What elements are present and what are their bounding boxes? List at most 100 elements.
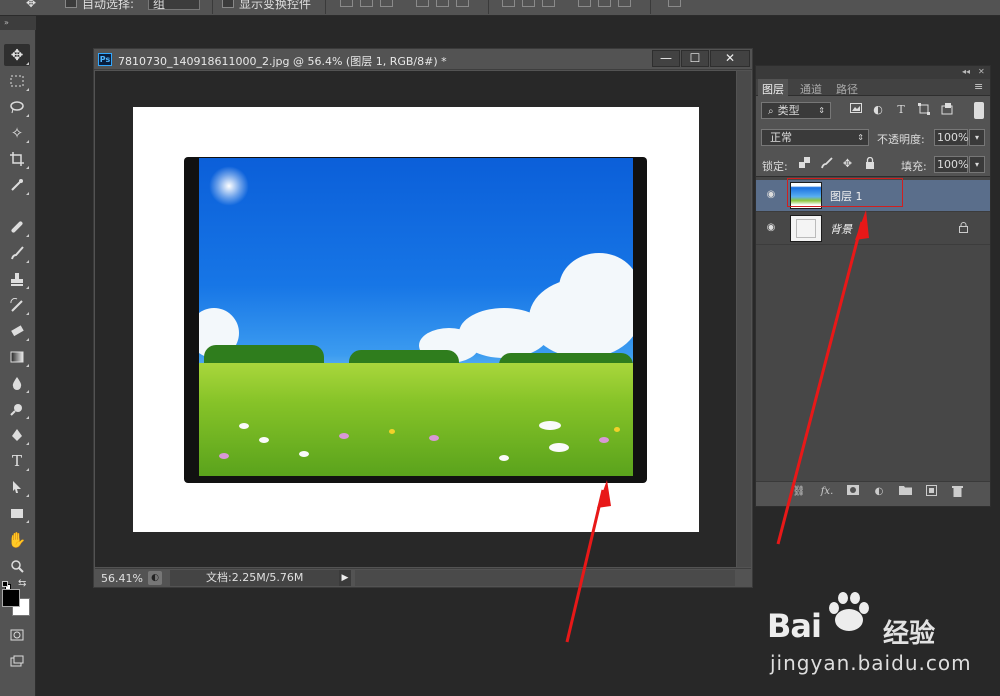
layer-name[interactable]: 背景: [830, 221, 852, 237]
sun-glare: [209, 166, 249, 206]
pen-tool-icon[interactable]: [4, 424, 30, 446]
watermark-brand: Bai: [767, 607, 822, 645]
distribute-vcenter-icon[interactable]: [522, 0, 535, 7]
rectangle-tool-icon[interactable]: [4, 502, 30, 524]
vertical-scrollbar[interactable]: [737, 71, 751, 567]
filter-smart-object-icon[interactable]: [940, 103, 954, 117]
tab-layers[interactable]: 图层: [758, 79, 788, 96]
show-transform-checkbox[interactable]: [222, 0, 234, 8]
quick-mask-icon[interactable]: [4, 624, 30, 646]
preview-icon[interactable]: ◐: [148, 571, 162, 585]
lock-image-pixels-icon[interactable]: [820, 157, 833, 170]
dodge-tool-icon[interactable]: [4, 398, 30, 420]
distribute-left-icon[interactable]: [578, 0, 591, 7]
path-selection-tool-icon[interactable]: [4, 476, 30, 498]
auto-select-label: 自动选择:: [82, 0, 135, 11]
flower: [429, 435, 439, 441]
document-status-bar: 56.41% ◐ 文档:2.25M/5.76M ▶: [95, 568, 751, 587]
foreground-color-swatch[interactable]: [2, 589, 20, 607]
flower: [339, 433, 349, 439]
new-adjustment-layer-icon[interactable]: ◐: [872, 485, 886, 499]
crop-tool-icon[interactable]: [4, 148, 30, 170]
distribute-hcenter-icon[interactable]: [598, 0, 611, 7]
align-right-icon[interactable]: [456, 0, 469, 7]
panel-header[interactable]: ◂◂ ✕: [756, 66, 990, 79]
opacity-slider-arrow[interactable]: ▾: [969, 129, 985, 146]
panel-menu-icon[interactable]: ≡: [974, 80, 983, 93]
align-vcenter-icon[interactable]: [360, 0, 373, 7]
move-tool-preset-icon[interactable]: ✥: [18, 0, 44, 14]
filter-adjustment-icon[interactable]: ◐: [871, 103, 885, 117]
fill-input[interactable]: 100%: [934, 156, 968, 173]
filter-pixel-icon[interactable]: [849, 103, 863, 117]
delete-layer-icon[interactable]: [950, 485, 964, 499]
align-bottom-icon[interactable]: [380, 0, 393, 7]
magic-wand-tool-icon[interactable]: ✧: [4, 122, 30, 144]
horizontal-scrollbar[interactable]: [355, 570, 735, 586]
marquee-tool-icon[interactable]: [4, 70, 30, 92]
collapse-panel-icon[interactable]: ◂◂: [962, 67, 970, 76]
healing-brush-tool-icon[interactable]: [4, 216, 30, 238]
fill-slider-arrow[interactable]: ▾: [969, 156, 985, 173]
lasso-tool-icon[interactable]: [4, 96, 30, 118]
visibility-eye-icon[interactable]: ◉: [764, 189, 778, 201]
lock-all-icon[interactable]: [863, 156, 876, 170]
type-tool-icon[interactable]: T: [4, 450, 30, 472]
flower: [599, 437, 609, 443]
flower: [259, 437, 269, 443]
distribute-right-icon[interactable]: [618, 0, 631, 7]
clone-stamp-tool-icon[interactable]: [4, 268, 30, 290]
options-divider: [325, 0, 326, 14]
eraser-tool-icon[interactable]: [4, 320, 30, 342]
filter-type-icon[interactable]: T: [894, 103, 908, 117]
brush-tool-icon[interactable]: [4, 242, 30, 264]
options-divider: [488, 0, 489, 14]
align-hcenter-icon[interactable]: [436, 0, 449, 7]
swap-colors-icon[interactable]: ⇆: [18, 578, 26, 589]
close-panel-icon[interactable]: ✕: [978, 67, 985, 76]
zoom-tool-icon[interactable]: [4, 555, 30, 577]
lock-position-icon[interactable]: ✥: [841, 157, 854, 170]
minimize-button[interactable]: —: [652, 50, 680, 67]
eyedropper-tool-icon[interactable]: [4, 174, 30, 196]
blur-tool-icon[interactable]: [4, 372, 30, 394]
auto-align-icon[interactable]: [668, 0, 681, 7]
layer-filter-dropdown[interactable]: ⌕ 类型 ⇕: [761, 102, 831, 119]
add-mask-icon[interactable]: [846, 485, 860, 499]
align-left-icon[interactable]: [416, 0, 429, 7]
fill-label: 填充:: [901, 160, 927, 173]
opacity-input[interactable]: 100%: [934, 129, 968, 146]
new-group-icon[interactable]: [898, 485, 912, 499]
layers-list: ◉ 图层 1 ◉ 背景: [756, 176, 990, 481]
lock-label: 锁定:: [762, 160, 788, 173]
status-menu-arrow[interactable]: ▶: [339, 570, 351, 586]
new-layer-icon[interactable]: [924, 485, 938, 499]
grass-field: [199, 363, 633, 476]
fx-icon[interactable]: fx.: [820, 485, 834, 499]
tab-channels[interactable]: 通道: [796, 79, 826, 96]
blend-mode-dropdown[interactable]: 正常 ⇕: [761, 129, 869, 146]
filter-shape-icon[interactable]: [917, 103, 931, 117]
lock-transparency-icon[interactable]: [798, 157, 811, 170]
zoom-level[interactable]: 56.41%: [101, 572, 143, 585]
visibility-eye-icon[interactable]: ◉: [764, 222, 778, 234]
toolbar-grip[interactable]: »: [0, 16, 36, 30]
link-layers-icon[interactable]: ⛓: [792, 485, 806, 499]
align-top-icon[interactable]: [340, 0, 353, 7]
hand-tool-icon[interactable]: ✋: [4, 529, 30, 551]
distribute-bottom-icon[interactable]: [542, 0, 555, 7]
history-brush-tool-icon[interactable]: [4, 294, 30, 316]
screen-mode-icon[interactable]: [4, 650, 30, 672]
filter-toggle-switch[interactable]: [974, 102, 984, 119]
auto-select-dropdown[interactable]: 组: [148, 0, 200, 11]
distribute-top-icon[interactable]: [502, 0, 515, 7]
tab-paths[interactable]: 路径: [832, 79, 862, 96]
maximize-button[interactable]: ☐: [681, 50, 709, 67]
document-titlebar[interactable]: Ps 7810730_140918611000_2.jpg @ 56.4% (图…: [94, 49, 752, 70]
move-tool-icon[interactable]: ✥: [4, 44, 30, 66]
layer-row-background[interactable]: ◉ 背景: [756, 213, 990, 245]
auto-select-checkbox[interactable]: [65, 0, 77, 8]
close-button[interactable]: ✕: [710, 50, 750, 67]
gradient-tool-icon[interactable]: [4, 346, 30, 368]
panel-tabs: 图层 通道 路径 ≡: [756, 79, 990, 96]
